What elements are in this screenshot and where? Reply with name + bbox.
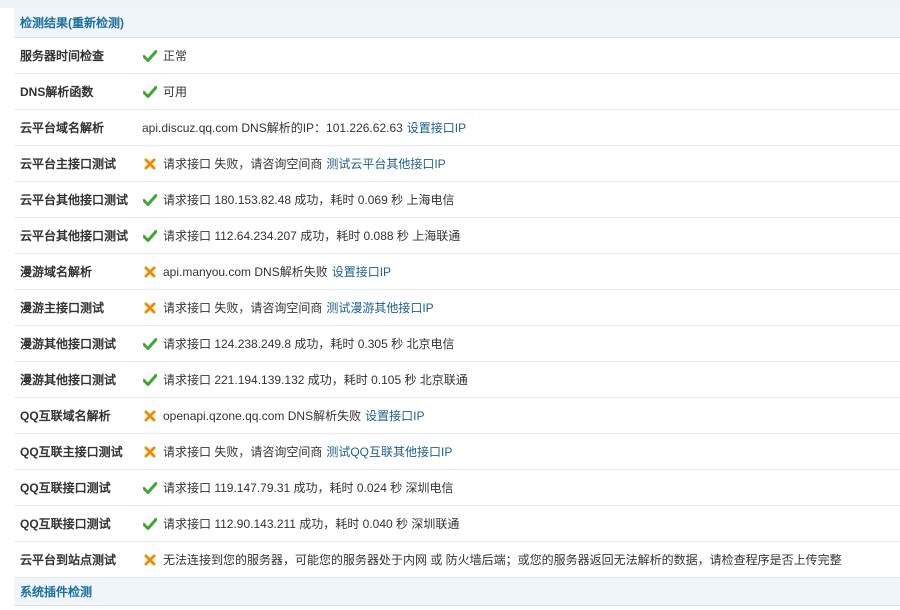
cross-icon	[142, 264, 158, 280]
result-label: 云平台主接口测试	[20, 157, 117, 171]
result-value: 可用	[142, 83, 187, 100]
result-label: 云平台到站点测试	[20, 553, 117, 567]
result-text: 请求接口 221.194.139.132 成功，耗时 0.105 秒 北京联通	[163, 373, 468, 387]
result-value: api.discuz.qq.com DNS解析的IP：101.226.62.63…	[142, 119, 466, 136]
result-text: 请求接口 失败，请咨询空间商	[163, 301, 323, 315]
check-icon	[142, 516, 158, 532]
recheck-link[interactable]: (重新检测)	[68, 14, 124, 31]
result-label: 漫游其他接口测试	[20, 337, 117, 351]
check-icon	[142, 192, 158, 208]
section-title-plugins: 系统插件检测	[20, 585, 93, 599]
result-value: 请求接口 失败，请咨询空间商 测试QQ互联其他接口IP	[142, 443, 452, 460]
result-row: QQ互联域名解析 openapi.qzone.qq.com DNS解析失败 设置接口…	[14, 398, 900, 434]
result-label: 漫游其他接口测试	[20, 373, 117, 387]
result-row: 漫游域名解析 api.manyou.com DNS解析失败 设置接口IP	[14, 254, 900, 290]
result-row: 漫游其他接口测试 请求接口 124.238.249.8 成功，耗时 0.305 秒…	[14, 326, 900, 362]
result-action-link[interactable]: 设置接口IP	[365, 407, 424, 424]
result-action-link[interactable]: 设置接口IP	[332, 263, 391, 280]
result-text: 正常	[163, 49, 188, 63]
result-text: 请求接口 失败，请咨询空间商	[163, 445, 323, 459]
result-value: 无法连接到您的服务器，可能您的服务器处于内网 或 防火墙后端；或您的服务器返回无…	[142, 551, 842, 568]
result-action-link[interactable]: 测试云平台其他接口IP	[326, 155, 445, 172]
result-value: 请求接口 112.90.143.211 成功，耗时 0.040 秒 深圳联通	[142, 515, 459, 532]
result-action-link[interactable]: 测试漫游其他接口IP	[326, 299, 433, 316]
result-text: 请求接口 119.147.79.31 成功，耗时 0.024 秒 深圳电信	[163, 481, 454, 495]
section-header-results: 检测结果 (重新检测)	[14, 8, 900, 38]
result-row: DNS解析函数 可用	[14, 74, 900, 110]
result-value: 请求接口 119.147.79.31 成功，耗时 0.024 秒 深圳电信	[142, 479, 454, 496]
result-label: QQ互联接口测试	[20, 481, 111, 495]
result-text: 请求接口 112.90.143.211 成功，耗时 0.040 秒 深圳联通	[163, 517, 460, 531]
result-value: 请求接口 112.64.234.207 成功，耗时 0.088 秒 上海联通	[142, 227, 460, 244]
result-row: 云平台主接口测试 请求接口 失败，请咨询空间商 测试云平台其他接口IP	[14, 146, 900, 182]
result-value: 请求接口 失败，请咨询空间商 测试漫游其他接口IP	[142, 299, 434, 316]
result-value: 请求接口 失败，请咨询空间商 测试云平台其他接口IP	[142, 155, 446, 172]
check-results-panel: 检测结果 (重新检测) 服务器时间检查 正常 DNS解析函数 可用云平台域名解析 api…	[14, 8, 900, 606]
cross-icon	[142, 408, 158, 424]
result-row: 云平台域名解析 api.discuz.qq.com DNS解析的IP：101.22…	[14, 110, 900, 146]
check-icon	[142, 228, 158, 244]
check-icon	[142, 480, 158, 496]
check-icon	[142, 84, 158, 100]
result-label: 云平台其他接口测试	[20, 229, 129, 243]
result-value: 请求接口 124.238.249.8 成功，耗时 0.305 秒 北京电信	[142, 335, 454, 352]
result-label: QQ互联接口测试	[20, 517, 111, 531]
result-label: 漫游主接口测试	[20, 301, 105, 315]
result-value: 请求接口 180.153.82.48 成功，耗时 0.069 秒 上海电信	[142, 191, 454, 208]
result-label: 云平台其他接口测试	[20, 193, 129, 207]
result-row: 云平台到站点测试 无法连接到您的服务器，可能您的服务器处于内网 或 防火墙后端；或…	[14, 542, 900, 578]
result-action-link[interactable]: 设置接口IP	[407, 119, 466, 136]
result-label: QQ互联主接口测试	[20, 445, 123, 459]
result-value: 正常	[142, 47, 187, 64]
result-value: api.manyou.com DNS解析失败 设置接口IP	[142, 263, 391, 280]
result-label: 漫游域名解析	[20, 265, 93, 279]
top-band	[0, 0, 900, 8]
results-list: 服务器时间检查 正常 DNS解析函数 可用云平台域名解析 api.discuz.qq.c…	[14, 38, 900, 578]
result-text: 请求接口 失败，请咨询空间商	[163, 157, 323, 171]
check-icon	[142, 336, 158, 352]
result-text: 请求接口 180.153.82.48 成功，耗时 0.069 秒 上海电信	[163, 193, 455, 207]
result-row: 服务器时间检查 正常	[14, 38, 900, 74]
result-row: QQ互联接口测试 请求接口 119.147.79.31 成功，耗时 0.024 秒…	[14, 470, 900, 506]
result-label: 服务器时间检查	[20, 49, 105, 63]
cross-icon	[142, 444, 158, 460]
result-label: DNS解析函数	[20, 85, 94, 99]
result-value: openapi.qzone.qq.com DNS解析失败 设置接口IP	[142, 407, 424, 424]
result-text: 无法连接到您的服务器，可能您的服务器处于内网 或 防火墙后端；或您的服务器返回无…	[163, 553, 842, 567]
check-icon	[142, 48, 158, 64]
result-row: 漫游其他接口测试 请求接口 221.194.139.132 成功，耗时 0.105…	[14, 362, 900, 398]
result-value: 请求接口 221.194.139.132 成功，耗时 0.105 秒 北京联通	[142, 371, 468, 388]
cross-icon	[142, 552, 158, 568]
result-text: api.manyou.com DNS解析失败	[163, 265, 328, 279]
result-row: 云平台其他接口测试 请求接口 112.64.234.207 成功，耗时 0.088…	[14, 218, 900, 254]
result-row: 漫游主接口测试 请求接口 失败，请咨询空间商 测试漫游其他接口IP	[14, 290, 900, 326]
section-header-plugins: 系统插件检测	[14, 578, 900, 606]
cross-icon	[142, 156, 158, 172]
result-row: QQ互联接口测试 请求接口 112.90.143.211 成功，耗时 0.040 …	[14, 506, 900, 542]
section-title: 检测结果	[20, 16, 69, 30]
result-label: QQ互联域名解析	[20, 409, 111, 423]
result-action-link[interactable]: 测试QQ互联其他接口IP	[326, 443, 452, 460]
result-row: 云平台其他接口测试 请求接口 180.153.82.48 成功，耗时 0.069 …	[14, 182, 900, 218]
cross-icon	[142, 300, 158, 316]
result-text: api.discuz.qq.com DNS解析的IP：101.226.62.63	[142, 121, 403, 135]
result-text: 请求接口 112.64.234.207 成功，耗时 0.088 秒 上海联通	[163, 229, 461, 243]
result-label: 云平台域名解析	[20, 121, 105, 135]
result-row: QQ互联主接口测试 请求接口 失败，请咨询空间商 测试QQ互联其他接口IP	[14, 434, 900, 470]
result-text: 请求接口 124.238.249.8 成功，耗时 0.305 秒 北京电信	[163, 337, 455, 351]
result-text: 可用	[163, 85, 188, 99]
result-text: openapi.qzone.qq.com DNS解析失败	[163, 409, 362, 423]
check-icon	[142, 372, 158, 388]
